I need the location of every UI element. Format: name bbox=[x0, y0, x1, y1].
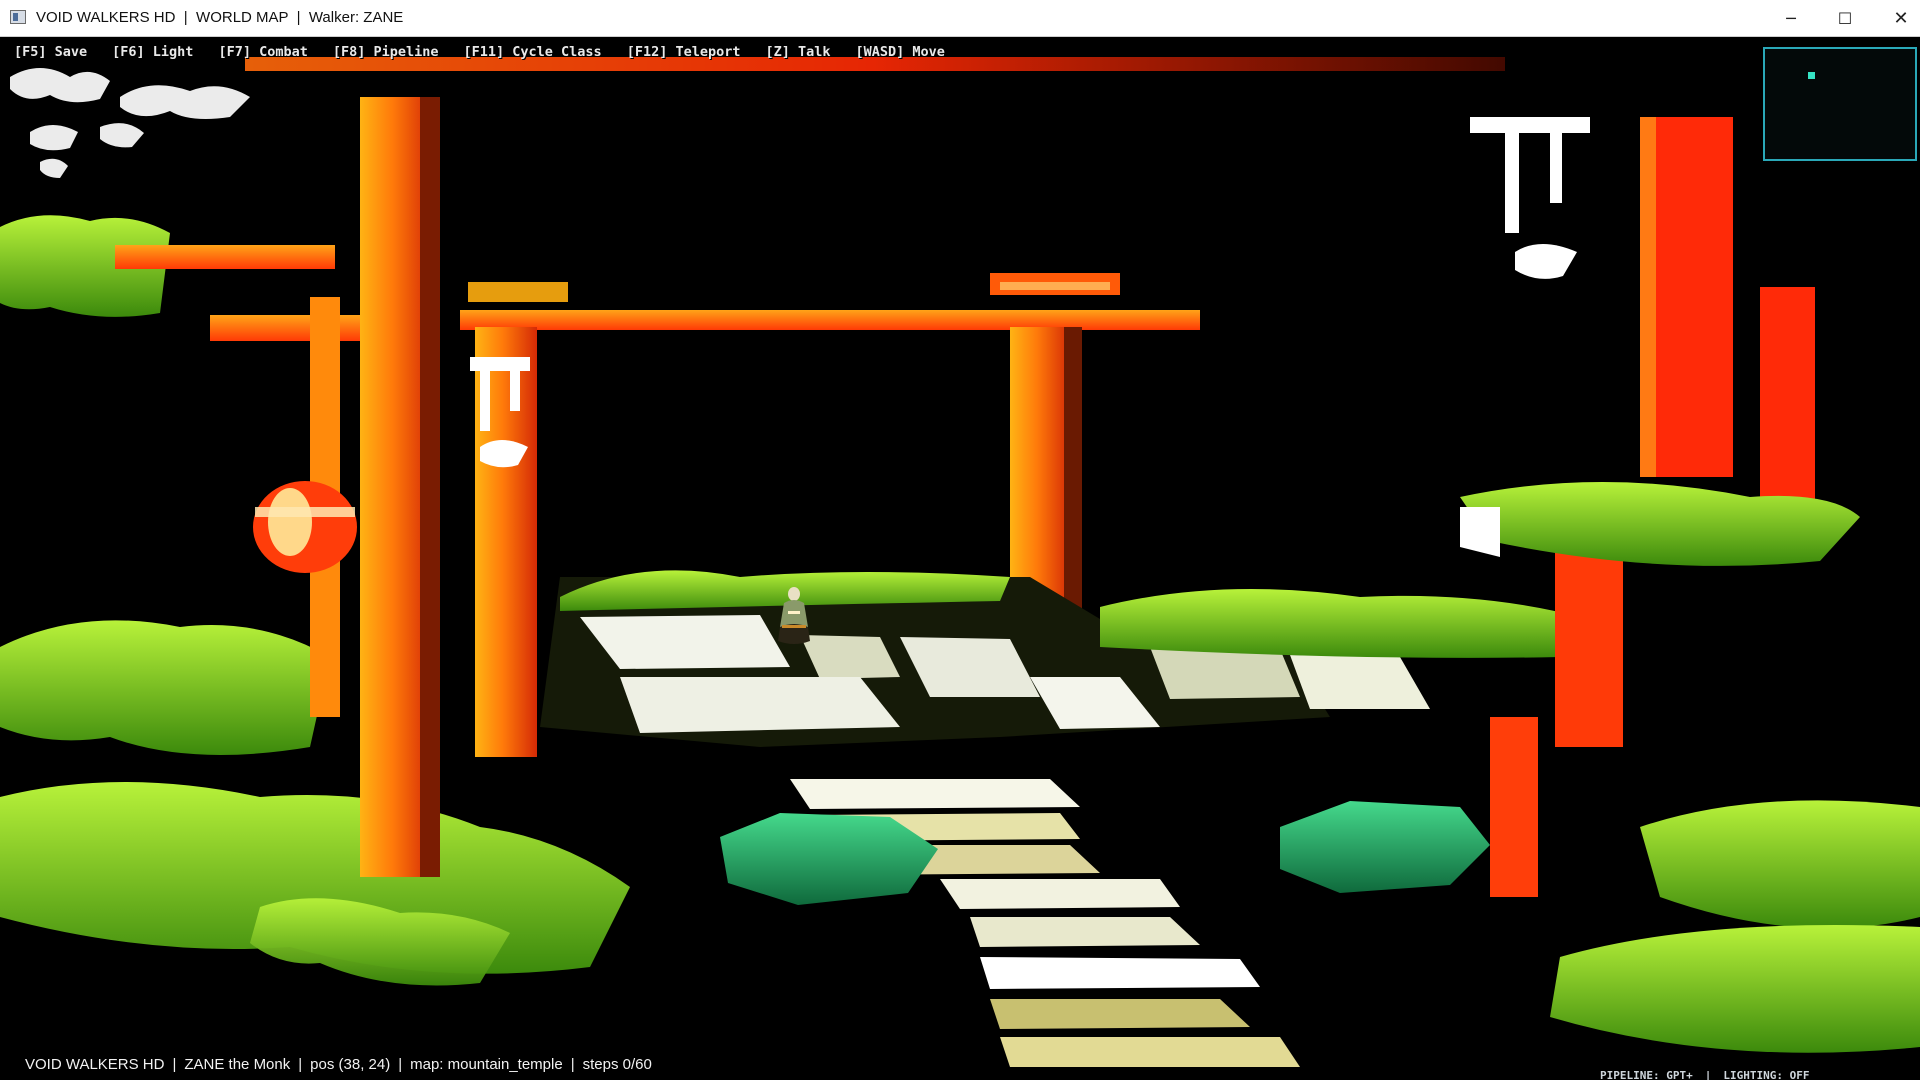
hotkey-pipeline: [F8] Pipeline bbox=[332, 44, 439, 60]
maximize-button[interactable]: ☐ bbox=[1818, 0, 1872, 36]
hotkey-light: [F6] Light bbox=[112, 44, 194, 60]
debug-readout: PIPELINE: GPT+ | LIGHTING: OFF bbox=[1600, 1069, 1809, 1080]
status-bar: VOID WALKERS HD | ZANE the Monk | pos (3… bbox=[25, 1056, 652, 1073]
status-steps: steps 0/60 bbox=[582, 1056, 652, 1073]
game-viewport[interactable]: [F5] Save [F6] Light [F7] Combat [F8] Pi… bbox=[0, 37, 1920, 1080]
hotkey-talk: [Z] Talk bbox=[765, 44, 831, 60]
hotkey-hint-bar: [F5] Save [F6] Light [F7] Combat [F8] Pi… bbox=[14, 44, 945, 64]
window-title: VOID WALKERS HD | WORLD MAP | Walker: ZA… bbox=[36, 9, 404, 26]
app-icon bbox=[10, 10, 26, 24]
debug-lighting: LIGHTING: OFF bbox=[1723, 1069, 1810, 1080]
debug-pipeline: PIPELINE: GPT+ bbox=[1600, 1069, 1693, 1080]
hotkey-teleport: [F12] Teleport bbox=[626, 44, 741, 60]
hotkey-cycle-class: [F11] Cycle Class bbox=[463, 44, 602, 60]
hotkey-save: [F5] Save bbox=[14, 44, 88, 60]
status-position: pos (38, 24) bbox=[310, 1056, 391, 1073]
close-button[interactable]: ✕ bbox=[1874, 0, 1920, 36]
hotkey-move: [WASD] Move bbox=[855, 44, 945, 60]
status-separator: | bbox=[172, 1056, 177, 1073]
minimize-button[interactable]: ─ bbox=[1764, 0, 1818, 36]
window-titlebar: VOID WALKERS HD | WORLD MAP | Walker: ZA… bbox=[0, 0, 1920, 37]
minimap bbox=[1763, 47, 1917, 161]
player-character-zane bbox=[778, 587, 810, 644]
status-separator: | bbox=[398, 1056, 403, 1073]
status-character: ZANE the Monk bbox=[184, 1056, 291, 1073]
minimap-player-marker bbox=[1808, 72, 1815, 79]
hotkey-combat: [F7] Combat bbox=[218, 44, 308, 60]
mountain-temple-scene bbox=[0, 57, 1920, 1067]
status-map: map: mountain_temple bbox=[410, 1056, 563, 1073]
status-game-name: VOID WALKERS HD bbox=[25, 1056, 165, 1073]
status-separator: | bbox=[570, 1056, 575, 1073]
status-separator: | bbox=[298, 1056, 303, 1073]
debug-separator: | bbox=[1704, 1069, 1712, 1080]
